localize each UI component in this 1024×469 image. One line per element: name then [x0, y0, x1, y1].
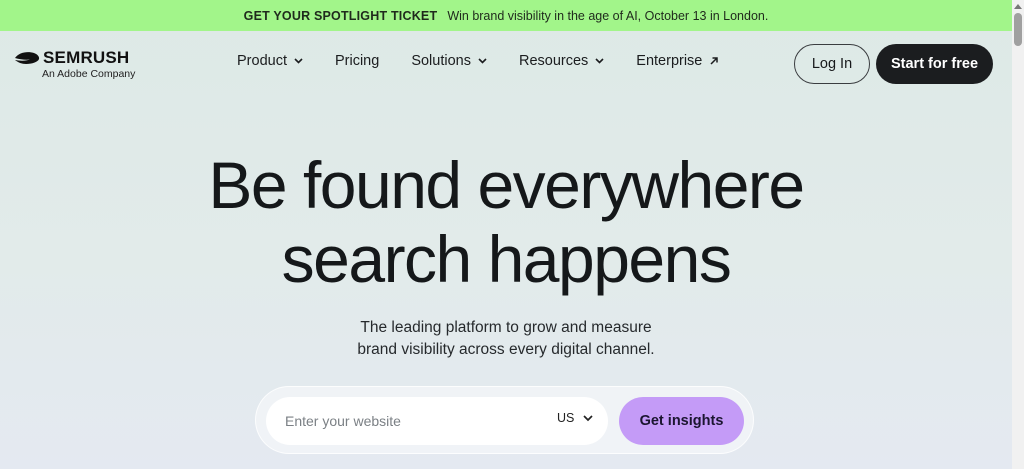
nav-item-label: Enterprise	[636, 53, 703, 69]
hero-title-line-2: search happens	[281, 222, 732, 296]
chevron-down-icon	[294, 58, 303, 64]
hero-subtitle-line-2: brand visibility across every digital ch…	[357, 341, 655, 358]
website-search-form: US Get insights	[255, 386, 754, 454]
hero-subtitle: The leading platform to grow and measure…	[0, 317, 1012, 361]
chevron-down-icon	[478, 58, 487, 64]
country-selector[interactable]: US	[557, 411, 593, 425]
scrollbar-thumb[interactable]	[1014, 13, 1022, 46]
promo-message: Win brand visibility in the age of AI, O…	[447, 8, 769, 23]
nav-item-label: Resources	[518, 53, 589, 69]
nav-item-label: Pricing	[334, 53, 380, 69]
nav-item-label: Solutions	[411, 53, 471, 69]
country-selector-value: US	[557, 411, 575, 425]
website-input[interactable]	[285, 411, 525, 431]
top-navigation: SEMRUSH An Adobe Company Product Pricing…	[0, 31, 1012, 95]
chevron-down-icon	[583, 414, 593, 421]
hero-subtitle-line-1: The leading platform to grow and measure	[360, 319, 652, 336]
semrush-flame-icon	[15, 52, 40, 64]
nav-item-resources[interactable]: Resources	[519, 53, 604, 69]
nav-item-enterprise[interactable]: Enterprise	[636, 53, 719, 69]
nav-item-pricing[interactable]: Pricing	[335, 53, 379, 69]
logo-tagline: An Adobe Company	[42, 68, 136, 80]
promo-banner[interactable]: GET YOUR SPOTLIGHT TICKET Win brand visi…	[0, 0, 1012, 31]
login-button[interactable]: Log In	[794, 44, 870, 84]
chevron-down-icon	[595, 58, 604, 64]
nav-item-product[interactable]: Product	[237, 53, 303, 69]
main-menu: Product Pricing Solutions Resources Ente…	[237, 53, 751, 69]
start-for-free-button[interactable]: Start for free	[876, 44, 993, 84]
scroll-up-arrow-icon[interactable]	[1014, 4, 1022, 9]
hero-title-line-1: Be found everywhere	[208, 148, 805, 222]
semrush-logo[interactable]: SEMRUSH An Adobe Company	[14, 48, 135, 80]
arrow-up-right-icon	[710, 57, 719, 65]
website-search-box: US	[266, 397, 608, 445]
nav-item-solutions[interactable]: Solutions	[411, 53, 487, 69]
promo-ticket-label[interactable]: GET YOUR SPOTLIGHT TICKET	[244, 9, 438, 23]
nav-item-label: Product	[237, 53, 287, 69]
hero-title: Be found everywhere search happens	[0, 148, 1012, 296]
logo-wordmark: SEMRUSH	[43, 48, 130, 67]
page-scrollbar[interactable]	[1012, 0, 1024, 469]
get-insights-button[interactable]: Get insights	[619, 397, 744, 445]
